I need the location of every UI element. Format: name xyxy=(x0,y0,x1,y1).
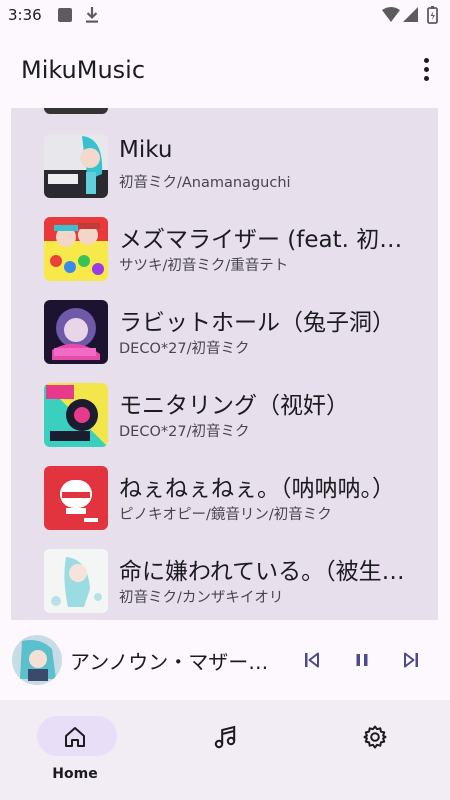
now-playing-title: アンノウン・マザーグース xyxy=(70,650,270,674)
song-title: メズマライザー (feat. 初音ミク & 重音テトSV) xyxy=(119,227,409,253)
status-time: 3:36 xyxy=(8,6,42,24)
song-title: 命に嫌われている。（被生命所厌恶） xyxy=(119,559,409,585)
song-artist: 初音ミク/Anamanaguchi xyxy=(119,175,291,191)
skip-previous-icon[interactable] xyxy=(298,646,326,674)
song-artist: 初音ミク/カンザキイオリ xyxy=(119,590,284,606)
song-cover xyxy=(44,134,108,198)
song-item[interactable]: モニタリング（视奸） DECO*27/初音ミク xyxy=(11,374,438,456)
song-title: Miku xyxy=(119,137,173,163)
song-cover xyxy=(44,466,108,530)
battery-icon xyxy=(427,6,438,24)
download-icon xyxy=(86,7,98,23)
bottom-navigation: Home xyxy=(0,700,450,800)
song-artist: サツキ/初音ミク/重音テト xyxy=(119,258,289,274)
song-cover xyxy=(44,383,108,447)
music-note-icon xyxy=(214,725,236,749)
partial-cover xyxy=(44,108,108,114)
song-cover xyxy=(44,300,108,364)
song-artist: DECO*27/初音ミク xyxy=(119,341,250,357)
now-playing-cover xyxy=(12,635,62,685)
nav-music[interactable] xyxy=(170,714,280,786)
wifi-icon xyxy=(382,7,400,22)
song-title: モニタリング（视奸） xyxy=(119,393,349,419)
song-artist: DECO*27/初音ミク xyxy=(119,424,250,440)
song-title: ねぇねぇねぇ。（呐呐呐。） xyxy=(119,476,395,502)
system-status-icons xyxy=(382,6,438,24)
now-playing-bar[interactable]: アンノウン・マザーグース xyxy=(0,620,450,700)
home-icon xyxy=(65,727,85,747)
nav-home-label: Home xyxy=(52,766,98,782)
app-title: MikuMusic xyxy=(21,56,146,84)
app-bar: MikuMusic xyxy=(0,32,450,108)
song-item[interactable]: メズマライザー (feat. 初音ミク & 重音テトSV) サツキ/初音ミク/重… xyxy=(11,208,438,290)
nav-home[interactable]: Home xyxy=(20,714,130,786)
song-artist: ピノキオピー/鏡音リン/初音ミク xyxy=(119,507,332,523)
song-cover xyxy=(44,549,108,613)
song-item[interactable]: Miku 初音ミク/Anamanaguchi xyxy=(11,125,438,207)
song-cover xyxy=(44,217,108,281)
song-title: ラビットホール（兔子洞） xyxy=(119,310,395,336)
skip-next-icon[interactable] xyxy=(397,646,425,674)
song-item[interactable]: ラビットホール（兔子洞） DECO*27/初音ミク xyxy=(11,291,438,373)
status-bar: 3:36 xyxy=(0,0,450,32)
signal-icon xyxy=(403,7,418,22)
song-list[interactable]: Miku 初音ミク/Anamanaguchi メズマライザー (feat. 初音… xyxy=(11,108,438,620)
song-item[interactable]: ねぇねぇねぇ。（呐呐呐。） ピノキオピー/鏡音リン/初音ミク xyxy=(11,457,438,539)
song-item[interactable]: 命に嫌われている。（被生命所厌恶） 初音ミク/カンザキイオリ xyxy=(11,540,438,620)
settings-icon xyxy=(363,725,387,749)
more-vert-icon[interactable] xyxy=(416,54,436,84)
square-notification-icon xyxy=(58,8,72,22)
nav-settings[interactable] xyxy=(320,714,430,786)
pause-icon[interactable] xyxy=(348,646,376,674)
